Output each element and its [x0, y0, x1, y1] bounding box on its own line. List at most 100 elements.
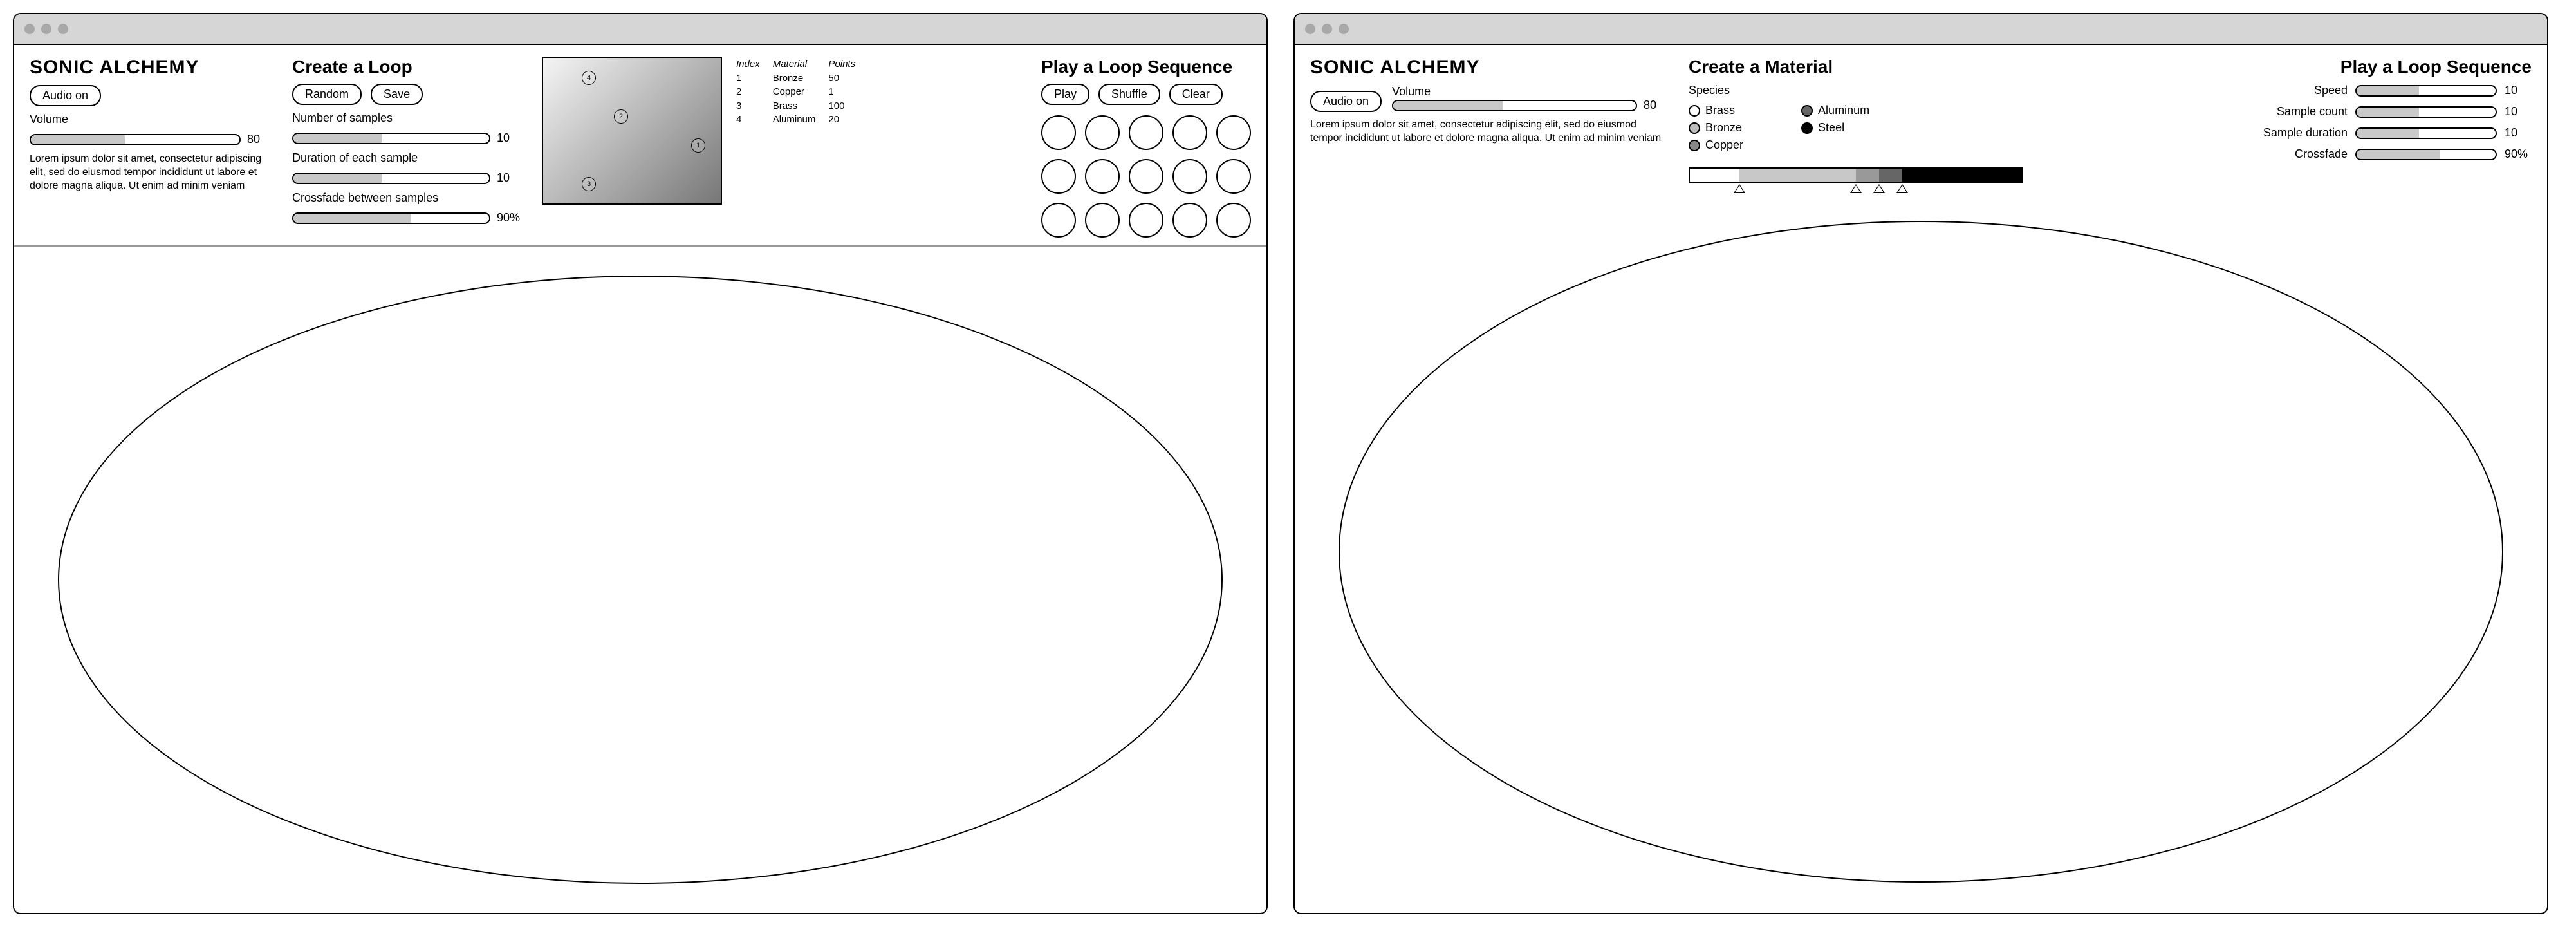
- window-1: SONIC ALCHEMY Audio on Volume 80 Lorem i…: [13, 13, 1268, 914]
- loop-slot[interactable]: [1172, 159, 1207, 194]
- species-option-aluminum[interactable]: Aluminum: [1801, 104, 1869, 117]
- material-map-canvas[interactable]: 4 2 1 3: [542, 57, 722, 205]
- crossfade-label: Crossfade: [2295, 147, 2348, 161]
- traffic-light-minimize[interactable]: [41, 24, 51, 34]
- clear-button[interactable]: Clear: [1169, 84, 1223, 105]
- table-row: 2 Copper 1: [736, 86, 867, 99]
- map-point-2[interactable]: 2: [614, 109, 628, 124]
- loop-slot[interactable]: [1129, 159, 1163, 194]
- loop-slot[interactable]: [1172, 203, 1207, 238]
- species-option-brass[interactable]: Brass: [1689, 104, 1743, 117]
- radio-icon: [1689, 122, 1700, 134]
- traffic-light-close[interactable]: [1305, 24, 1315, 34]
- radio-icon: [1689, 105, 1700, 117]
- table-row: 1 Bronze 50: [736, 72, 867, 85]
- audio-toggle-button[interactable]: Audio on: [30, 85, 101, 106]
- shuffle-button[interactable]: Shuffle: [1098, 84, 1160, 105]
- species-label-text: Aluminum: [1818, 104, 1869, 117]
- species-option-copper[interactable]: Copper: [1689, 138, 1743, 152]
- main-canvas-area: [14, 247, 1266, 913]
- traffic-light-minimize[interactable]: [1322, 24, 1332, 34]
- table-row: 4 Aluminum 20: [736, 113, 867, 126]
- loop-slot[interactable]: [1041, 203, 1076, 238]
- species-option-steel[interactable]: Steel: [1801, 121, 1869, 135]
- volume-label: Volume: [30, 113, 274, 126]
- volume-slider[interactable]: [30, 134, 241, 145]
- duration-label: Duration of each sample: [292, 151, 524, 165]
- loop-slot[interactable]: [1041, 159, 1076, 194]
- loop-slot[interactable]: [1172, 115, 1207, 150]
- num-samples-slider[interactable]: [292, 133, 490, 144]
- crossfade-slider[interactable]: [292, 212, 490, 224]
- play-button[interactable]: Play: [1041, 84, 1089, 105]
- sample-count-label: Sample count: [2277, 105, 2348, 118]
- volume-value: 80: [247, 133, 274, 146]
- audio-toggle-button[interactable]: Audio on: [1310, 91, 1382, 112]
- sample-count-slider[interactable]: [2355, 106, 2497, 118]
- play-sequence-title: Play a Loop Sequence: [1041, 57, 1251, 77]
- duration-slider[interactable]: [292, 173, 490, 184]
- loop-slot[interactable]: [1216, 159, 1251, 194]
- table-row: 3 Brass 100: [736, 100, 867, 113]
- traffic-light-zoom[interactable]: [1339, 24, 1349, 34]
- species-label: Species: [1689, 84, 2049, 97]
- volume-slider[interactable]: [1392, 100, 1637, 111]
- sample-count-value: 10: [2505, 105, 2532, 118]
- save-button[interactable]: Save: [371, 84, 423, 105]
- create-material-title: Create a Material: [1689, 57, 2049, 77]
- sample-duration-value: 10: [2505, 126, 2532, 140]
- waveform-oval[interactable]: [58, 276, 1223, 884]
- blend-handle[interactable]: [1873, 184, 1885, 193]
- species-option-bronze[interactable]: Bronze: [1689, 121, 1743, 135]
- species-label-text: Copper: [1705, 138, 1743, 152]
- create-loop-title: Create a Loop: [292, 57, 524, 77]
- loop-slot[interactable]: [1216, 203, 1251, 238]
- random-button[interactable]: Random: [292, 84, 362, 105]
- radio-icon: [1801, 105, 1813, 117]
- speed-label: Speed: [2314, 84, 2348, 97]
- speed-slider[interactable]: [2355, 85, 2497, 97]
- sample-duration-label: Sample duration: [2263, 126, 2348, 140]
- loop-slot[interactable]: [1041, 115, 1076, 150]
- crossfade-slider[interactable]: [2355, 149, 2497, 160]
- material-table: Index Material Points 1 Bronze 50 2 Copp…: [735, 57, 868, 127]
- sample-duration-slider[interactable]: [2355, 127, 2497, 139]
- traffic-light-zoom[interactable]: [58, 24, 68, 34]
- num-samples-label: Number of samples: [292, 111, 524, 125]
- duration-value: 10: [497, 171, 524, 185]
- play-sequence-title: Play a Loop Sequence: [2340, 57, 2532, 77]
- description-text: Lorem ipsum dolor sit amet, consectetur …: [1310, 118, 1671, 145]
- radio-icon: [1689, 140, 1700, 151]
- material-blend-slider[interactable]: [1689, 167, 2023, 183]
- species-radio-group: Brass Bronze Copper: [1689, 104, 2049, 152]
- waveform-oval[interactable]: [1339, 221, 2504, 883]
- loop-slot[interactable]: [1085, 159, 1120, 194]
- titlebar: [14, 14, 1266, 45]
- loop-slot[interactable]: [1129, 203, 1163, 238]
- blend-handle[interactable]: [1734, 184, 1745, 193]
- species-label-text: Bronze: [1705, 121, 1742, 135]
- species-label-text: Steel: [1818, 121, 1844, 135]
- blend-handle[interactable]: [1896, 184, 1908, 193]
- traffic-light-close[interactable]: [24, 24, 35, 34]
- map-point-3[interactable]: 3: [582, 177, 596, 191]
- loop-slot[interactable]: [1085, 203, 1120, 238]
- th-material: Material: [773, 58, 828, 71]
- loop-slot[interactable]: [1085, 115, 1120, 150]
- main-canvas-area: [1295, 191, 2547, 913]
- radio-icon: [1801, 122, 1813, 134]
- map-point-4[interactable]: 4: [582, 71, 596, 85]
- volume-label: Volume: [1392, 85, 1671, 99]
- loop-slot[interactable]: [1129, 115, 1163, 150]
- volume-value: 80: [1644, 99, 1671, 112]
- speed-value: 10: [2505, 84, 2532, 97]
- window-2: SONIC ALCHEMY Audio on Volume 80 Lorem i…: [1293, 13, 2548, 914]
- th-points: Points: [828, 58, 867, 71]
- th-index: Index: [736, 58, 772, 71]
- crossfade-value: 90%: [2505, 147, 2532, 161]
- species-label-text: Brass: [1705, 104, 1735, 117]
- map-point-1[interactable]: 1: [691, 138, 705, 153]
- blend-handle[interactable]: [1850, 184, 1862, 193]
- app-title: SONIC ALCHEMY: [30, 57, 274, 79]
- loop-slot[interactable]: [1216, 115, 1251, 150]
